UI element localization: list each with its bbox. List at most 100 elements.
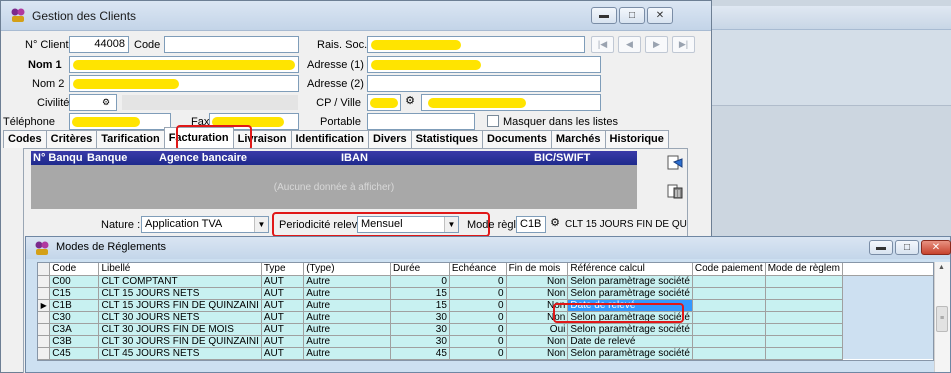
code-field[interactable]	[164, 36, 299, 53]
rais-soc-field[interactable]	[367, 36, 585, 53]
cell-type-desc[interactable]: Autre	[303, 299, 391, 312]
background-titlebar[interactable]	[712, 6, 951, 30]
adresse1-field[interactable]	[367, 56, 601, 73]
col-code[interactable]: Code	[49, 263, 100, 276]
tab-tarification[interactable]: Tarification	[96, 130, 165, 148]
cell-fin-mois[interactable]: Non	[506, 347, 569, 360]
cell-duree[interactable]: 15	[390, 287, 450, 300]
cell-type-desc[interactable]: Autre	[303, 335, 391, 348]
table-row[interactable]: C30 CLT 30 JOURS NETS AUT Autre 30 0 Non Selon …	[38, 311, 933, 324]
cell-mode-reglement[interactable]	[765, 323, 843, 336]
col-banque[interactable]: Banque	[87, 152, 127, 164]
cell-code-paiement[interactable]	[692, 299, 766, 312]
clients-titlebar[interactable]: Gestion des Clients ▬ □ ✕	[1, 1, 711, 31]
scroll-thumb[interactable]: ≡	[936, 306, 948, 332]
cell-type[interactable]: AUT	[261, 335, 305, 348]
cell-code-paiement[interactable]	[692, 275, 766, 288]
cell-code[interactable]: C3A	[49, 323, 100, 336]
table-row[interactable]: C3B CLT 30 JOURS FIN DE QUINZAINI AUT Autre…	[38, 335, 933, 348]
tab-divers[interactable]: Divers	[367, 130, 412, 148]
maximize-button[interactable]: □	[619, 7, 645, 24]
col-fin-mois[interactable]: Fin de mois	[506, 263, 569, 276]
row-indicator[interactable]	[38, 335, 51, 348]
tab-criteres[interactable]: Critères	[45, 130, 98, 148]
bank-grid-body[interactable]: (Aucune donnée à afficher)	[31, 165, 637, 209]
num-client-field[interactable]: 44008	[69, 36, 129, 53]
delete-bank-icon[interactable]	[665, 181, 685, 201]
cell-libelle[interactable]: CLT 15 JOURS NETS	[98, 287, 262, 300]
vertical-scrollbar[interactable]: ▲ ≡	[934, 262, 950, 372]
col-type-desc[interactable]: (Type)	[303, 263, 391, 276]
prev-record-button[interactable]: ◀	[618, 36, 641, 53]
first-record-button[interactable]: |◀	[591, 36, 614, 53]
col-code-paiement[interactable]: Code paiement	[692, 263, 766, 276]
cell-code[interactable]: C30	[49, 311, 100, 324]
cell-libelle[interactable]: CLT 30 JOURS NETS	[98, 311, 262, 324]
col-duree[interactable]: Durée	[390, 263, 450, 276]
cell-echeance[interactable]: 0	[449, 335, 507, 348]
cell-filler[interactable]	[842, 287, 933, 299]
cell-filler[interactable]	[842, 299, 933, 311]
cell-duree[interactable]: 15	[390, 299, 450, 312]
cell-type[interactable]: AUT	[261, 347, 305, 360]
cell-reference[interactable]: Selon paramètrage société	[567, 287, 693, 300]
col-echeance[interactable]: Echéance	[449, 263, 507, 276]
cell-type-desc[interactable]: Autre	[303, 287, 391, 300]
mode-regl-code-field[interactable]: C1B	[516, 216, 546, 233]
cell-mode-reglement[interactable]	[765, 347, 843, 360]
cell-filler[interactable]	[842, 335, 933, 347]
tab-statistiques[interactable]: Statistiques	[410, 130, 483, 148]
minimize-button[interactable]: ▬	[869, 240, 893, 255]
telephone-field[interactable]	[69, 113, 171, 130]
cell-code-paiement[interactable]	[692, 347, 766, 360]
next-record-button[interactable]: ▶	[645, 36, 668, 53]
nom2-field[interactable]	[69, 75, 299, 92]
row-indicator[interactable]	[38, 275, 51, 288]
minimize-button[interactable]: ▬	[591, 7, 617, 24]
cell-echeance[interactable]: 0	[449, 347, 507, 360]
cell-code[interactable]: C1B	[49, 299, 100, 312]
tab-codes[interactable]: Codes	[3, 130, 47, 148]
cell-duree[interactable]: 30	[390, 311, 450, 324]
cell-reference[interactable]: Selon paramètrage société	[567, 347, 693, 360]
row-indicator[interactable]: ▶	[38, 299, 51, 312]
masquer-checkbox[interactable]	[487, 115, 499, 127]
close-button[interactable]: ✕	[647, 7, 673, 24]
cell-type[interactable]: AUT	[261, 287, 305, 300]
cell-code[interactable]: C15	[49, 287, 100, 300]
cell-type[interactable]: AUT	[261, 311, 305, 324]
cell-echeance[interactable]: 0	[449, 299, 507, 312]
cell-fin-mois[interactable]: Non	[506, 335, 569, 348]
cell-fin-mois[interactable]: Non	[506, 287, 569, 300]
cell-duree[interactable]: 0	[390, 275, 450, 288]
cell-type-desc[interactable]: Autre	[303, 275, 391, 288]
table-row[interactable]: C00 CLT COMPTANT AUT Autre 0 0 Non Selon paramè…	[38, 275, 933, 288]
chevron-down-icon[interactable]: ▼	[254, 217, 268, 232]
cell-duree[interactable]: 30	[390, 323, 450, 336]
cell-fin-mois[interactable]: Non	[506, 275, 569, 288]
mode-regl-lookup-icon[interactable]: ⚙	[548, 217, 562, 231]
cell-code-paiement[interactable]	[692, 311, 766, 324]
col-num-banque[interactable]: N° Banqu	[33, 152, 83, 164]
nature-select[interactable]: Application TVA ▼	[141, 216, 269, 233]
maximize-button[interactable]: □	[895, 240, 919, 255]
cell-filler[interactable]	[842, 347, 933, 359]
row-indicator[interactable]	[38, 311, 51, 324]
ville-field[interactable]	[421, 94, 601, 111]
col-type[interactable]: Type	[261, 263, 305, 276]
cell-code-paiement[interactable]	[692, 335, 766, 348]
cell-filler[interactable]	[842, 311, 933, 323]
last-record-button[interactable]: ▶|	[672, 36, 695, 53]
cell-libelle[interactable]: CLT COMPTANT	[98, 275, 262, 288]
cell-duree[interactable]: 45	[390, 347, 450, 360]
col-bic[interactable]: BIC/SWIFT	[534, 152, 590, 164]
cell-code-paiement[interactable]	[692, 287, 766, 300]
cell-echeance[interactable]: 0	[449, 275, 507, 288]
cell-filler[interactable]	[842, 275, 933, 287]
cell-reference[interactable]: Date de relevé	[567, 335, 693, 348]
col-iban[interactable]: IBAN	[341, 152, 368, 164]
row-indicator[interactable]	[38, 347, 51, 360]
add-bank-icon[interactable]	[665, 153, 685, 173]
cell-type[interactable]: AUT	[261, 275, 305, 288]
close-button[interactable]: ✕	[921, 240, 951, 255]
